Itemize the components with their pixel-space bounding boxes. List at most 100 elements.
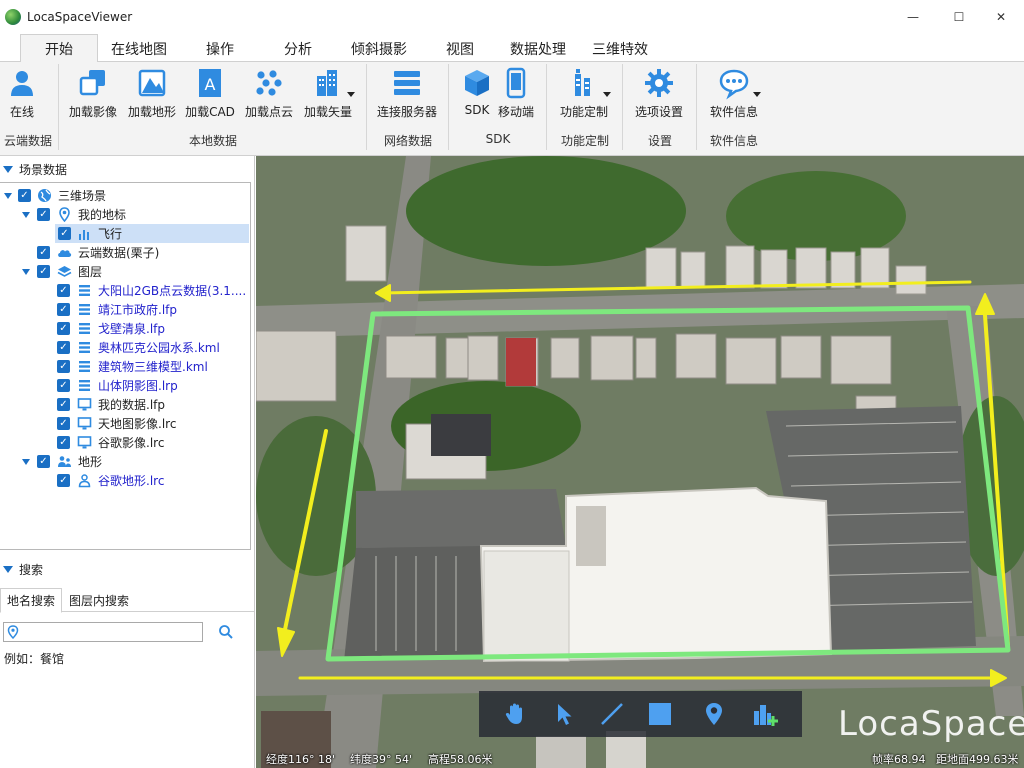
monitor-icon [77,435,92,450]
tab-online-map[interactable]: 在线地图 [104,34,174,63]
terrain-people-icon [77,473,92,488]
collapse-arrow-icon[interactable] [3,565,13,573]
tree-item-flight[interactable]: ✓ 飞行 [55,224,249,243]
options-button[interactable]: 选项设置 [632,64,686,124]
list-icon [77,283,92,298]
load-point-cloud-label: 加载点云 [244,105,293,119]
draw-line-icon[interactable] [595,697,629,731]
expand-arrow-icon[interactable] [22,268,30,275]
load-vector-button[interactable]: 加载矢量 [301,64,355,124]
tree-item-terrain[interactable]: ✓ 地形 [0,452,250,471]
maximize-button[interactable]: ☐ [936,0,982,34]
tree-checkbox[interactable]: ✓ [57,398,70,411]
map-view[interactable]: LocaSpace 经度116° 18' 纬度39° 54' 高程58.06米 … [256,156,1024,768]
mobile-button[interactable]: 移动端 [496,64,536,124]
ribbon-separator [58,64,59,150]
tree-item-label: 山体阴影图.lrp [98,379,178,393]
placemark-icon[interactable] [697,697,731,731]
tree-item-layer[interactable]: ✓ 靖江市政府.lfp [0,300,250,319]
tree-checkbox[interactable]: ✓ [58,227,71,240]
group-network-data: 网络数据 [383,134,432,148]
expand-arrow-icon[interactable] [22,211,30,218]
tab-analysis[interactable]: 分析 [272,34,324,63]
tree-checkbox[interactable]: ✓ [37,265,50,278]
search-input[interactable] [22,624,200,640]
title-bar: LocaSpaceViewer — ☐ ✕ [0,0,1024,34]
add-building-icon[interactable] [747,697,781,731]
tab-layer-search[interactable]: 图层内搜索 [66,588,132,613]
search-tabs: 地名搜索 图层内搜索 [0,588,254,613]
tree-item-cloud-data[interactable]: ✓ 云端数据(栗子) [0,243,250,262]
tab-oblique-photo[interactable]: 倾斜摄影 [342,34,416,63]
dropdown-arrow-icon [753,92,761,97]
tree-checkbox[interactable]: ✓ [57,284,70,297]
tree-item-layer[interactable]: ✓ 天地图影像.lrc [0,414,250,433]
connect-server-button[interactable]: 连接服务器 [374,64,440,124]
ribbon-separator [366,64,367,150]
list-icon [77,378,92,393]
tree-item-label: 我的数据.lfp [98,398,165,412]
tab-operate[interactable]: 操作 [194,34,246,63]
tab-3d-effects[interactable]: 三维特效 [582,34,658,63]
tree-checkbox[interactable]: ✓ [37,246,50,259]
search-field[interactable] [3,622,203,642]
tree-item-layer[interactable]: ✓ 建筑物三维模型.kml [0,357,250,376]
search-panel-header[interactable]: 搜索 [0,557,254,581]
gear-icon [642,66,676,100]
tree-checkbox[interactable]: ✓ [57,474,70,487]
select-arrow-icon[interactable] [547,697,581,731]
tree-checkbox[interactable]: ✓ [57,322,70,335]
close-button[interactable]: ✕ [978,0,1024,34]
tree-item-layer[interactable]: ✓ 戈壁清泉.lfp [0,319,250,338]
ribbon-separator [696,64,697,150]
tree-checkbox[interactable]: ✓ [18,189,31,202]
tab-view[interactable]: 视图 [434,34,486,63]
tree-checkbox[interactable]: ✓ [57,360,70,373]
minimize-button[interactable]: — [890,0,936,34]
tree-item-layer[interactable]: ✓ 大阳山2GB点云数据(3.1.... [0,281,250,300]
frame-rate-readout: 帧率68.94 [872,753,926,766]
online-button[interactable]: 在线 [2,64,42,124]
sdk-button[interactable]: SDK [458,64,496,124]
load-imagery-button[interactable]: 加载影像 [66,64,120,124]
tree-checkbox[interactable]: ✓ [57,341,70,354]
load-cad-button[interactable]: A 加载CAD [183,64,237,124]
expand-arrow-icon[interactable] [4,192,12,199]
pan-hand-icon[interactable] [499,697,533,731]
tree-item-layer[interactable]: ✓ 山体阴影图.lrp [0,376,250,395]
collapse-arrow-icon[interactable] [3,165,13,173]
software-info-button[interactable]: 软件信息 [706,64,762,124]
load-terrain-button[interactable]: 加载地形 [125,64,179,124]
user-icon [5,66,39,100]
tree-item-layer[interactable]: ✓ 谷歌地形.lrc [0,471,250,490]
tree-checkbox[interactable]: ✓ [57,436,70,449]
tab-start[interactable]: 开始 [20,34,98,63]
monitor-icon [77,397,92,412]
tree-checkbox[interactable]: ✓ [57,379,70,392]
tree-item-layer[interactable]: ✓ 谷歌影像.lrc [0,433,250,452]
scene-panel-header[interactable]: 场景数据 [0,157,254,181]
tree-checkbox[interactable]: ✓ [37,208,50,221]
expand-arrow-icon[interactable] [22,458,30,465]
draw-rectangle-icon[interactable] [643,697,677,731]
custom-functions-button[interactable]: 功能定制 [556,64,612,124]
tree-item-my-placemarks[interactable]: ✓ 我的地标 [0,205,250,224]
load-cad-label: 加载CAD [185,105,235,119]
tree-item-layer[interactable]: ✓ 奥林匹克公园水系.kml [0,338,250,357]
tab-data-processing[interactable]: 数据处理 [500,34,576,63]
search-icon[interactable] [218,624,234,640]
tree-item-3d-scene[interactable]: ✓ 三维场景 [0,186,250,205]
tree-checkbox[interactable]: ✓ [57,417,70,430]
tree-checkbox[interactable]: ✓ [37,455,50,468]
tree-item-layers[interactable]: ✓ 图层 [0,262,250,281]
point-cloud-icon [252,66,286,100]
mobile-label: 移动端 [497,105,534,119]
aerial-imagery [256,156,1024,768]
load-point-cloud-button[interactable]: 加载点云 [242,64,296,124]
tree-item-layer[interactable]: ✓ 我的数据.lfp [0,395,250,414]
search-example-hint: 例如：餐馆 [4,652,65,666]
search-panel-title: 搜索 [19,562,44,577]
group-local-data: 本地数据 [188,134,237,148]
tab-place-search[interactable]: 地名搜索 [0,588,62,613]
tree-checkbox[interactable]: ✓ [57,303,70,316]
